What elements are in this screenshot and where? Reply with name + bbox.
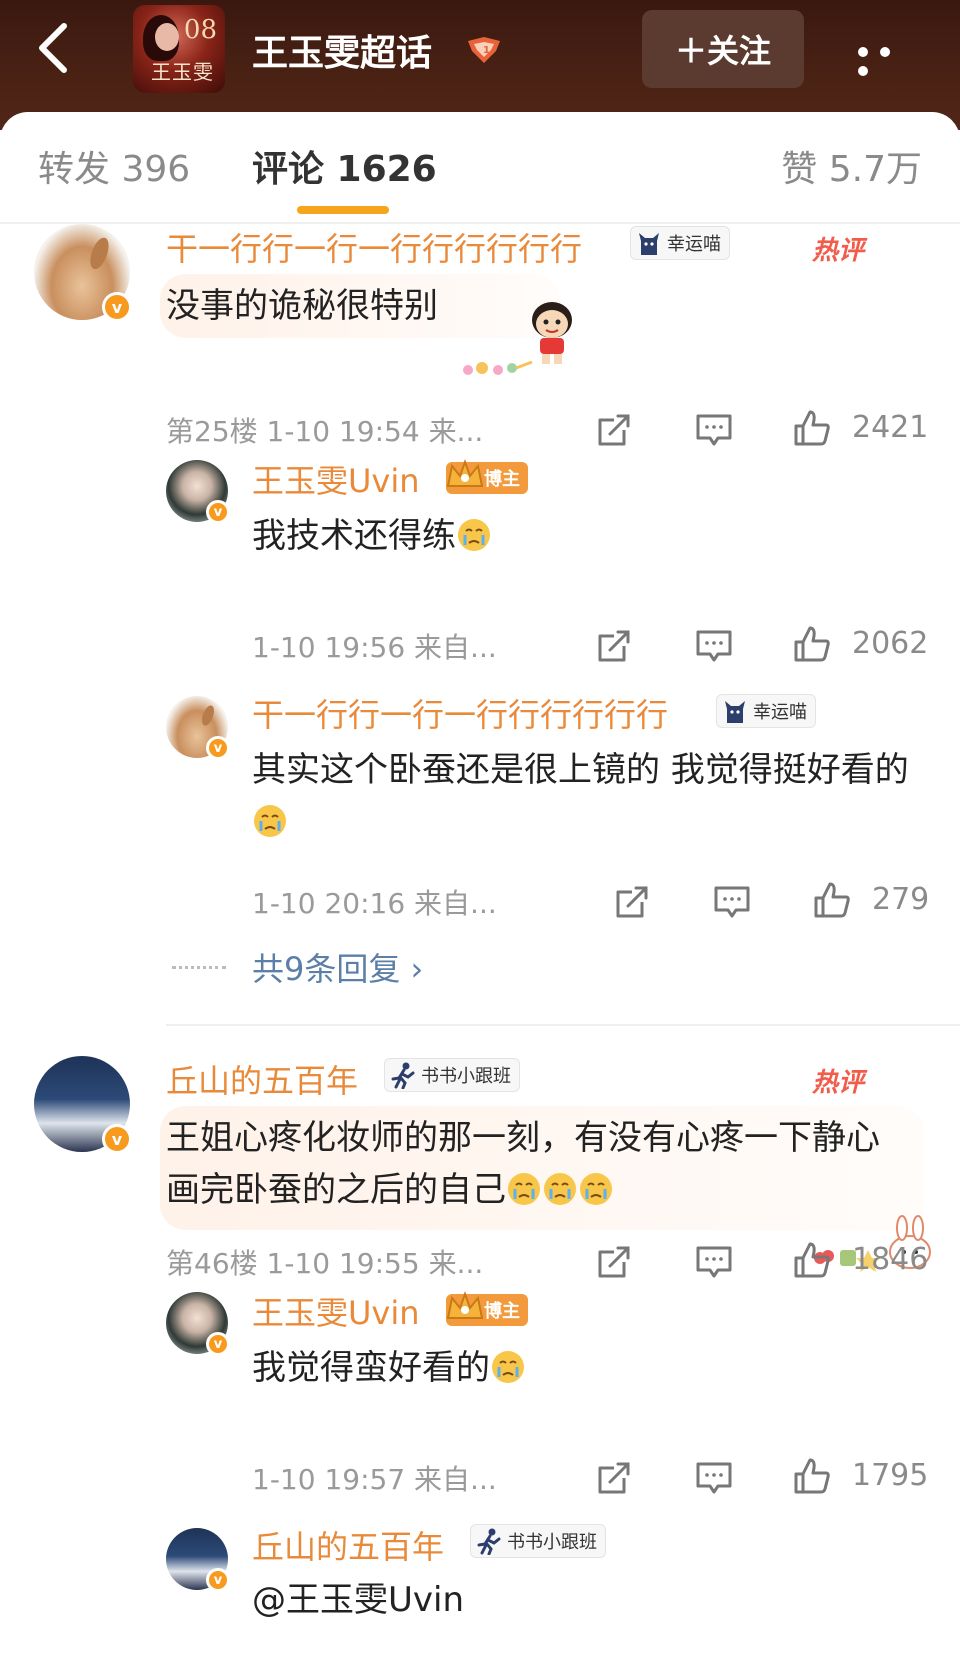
like-count: 1795 xyxy=(852,1458,929,1493)
svg-text:1: 1 xyxy=(483,45,490,56)
reply-icon[interactable] xyxy=(694,626,734,666)
reply-text-content: 我技术还得练 xyxy=(252,516,456,556)
hot-comment-label: 热评 xyxy=(811,236,864,266)
like-count: 2421 xyxy=(852,410,929,445)
tab-like[interactable]: 赞 5.7万 xyxy=(781,140,922,192)
user-tag-label: 幸运喵 xyxy=(753,702,807,723)
comments-panel: 转发 396 评论 1626 赞 5.7万 v 干一行行一行一行行行行行行 幸运… xyxy=(0,112,960,1674)
running-person-icon xyxy=(391,1062,415,1089)
active-tab-indicator xyxy=(297,206,389,214)
more-options-icon[interactable] xyxy=(858,42,922,76)
crying-emoji-icon xyxy=(492,1351,524,1383)
reply-icon[interactable] xyxy=(694,1458,734,1498)
reply-text-content: 其实这个卧蚕还是很上镜的 我觉得挺好看的 xyxy=(252,750,909,790)
share-icon[interactable] xyxy=(594,1458,634,1498)
cat-icon xyxy=(725,701,745,723)
cover-text-top: 08 xyxy=(183,15,217,45)
reply-icon[interactable] xyxy=(694,410,734,450)
like-icon[interactable] xyxy=(792,624,832,664)
comment-meta: 第46楼 1-10 19:55 来... xyxy=(166,1247,484,1280)
reply-text: @王玉雯Uvin xyxy=(252,1580,465,1620)
back-arrow-icon[interactable] xyxy=(32,18,76,78)
reply-text-content: 我觉得蛮好看的 xyxy=(252,1348,490,1388)
replies-dotted-line xyxy=(172,966,226,969)
reply-meta: 1-10 20:16 来自... xyxy=(252,887,497,920)
share-icon[interactable] xyxy=(594,1242,634,1282)
comment-text: 没事的诡秘很特别 xyxy=(166,286,438,326)
comment-text: 王姐心疼化妆师的那一刻，有没有心疼一下静心画完卧蚕的之后的自己 xyxy=(166,1112,906,1216)
verified-badge-icon: v xyxy=(206,1568,230,1592)
running-person-icon xyxy=(477,1528,501,1555)
avatar[interactable]: v xyxy=(34,224,132,322)
reply-icon[interactable] xyxy=(694,1242,734,1282)
reply-username[interactable]: 王玉雯Uvin xyxy=(252,1288,420,1334)
verified-badge-icon: v xyxy=(102,1124,132,1154)
crying-emoji-icon xyxy=(580,1173,612,1205)
blogger-tag-label: 博主 xyxy=(484,1301,520,1322)
user-tag: 幸运喵 xyxy=(716,694,816,728)
crying-emoji-icon xyxy=(508,1173,540,1205)
reply-username[interactable]: 干一行行一行一行行行行行行 xyxy=(252,690,668,736)
comment-meta: 第25楼 1-10 19:54 来... xyxy=(166,415,484,448)
crying-emoji-icon xyxy=(544,1173,576,1205)
like-count: 2062 xyxy=(852,626,929,661)
user-tag: 书书小跟班 xyxy=(384,1058,520,1092)
user-tag-label: 书书小跟班 xyxy=(421,1066,511,1087)
avatar[interactable]: v xyxy=(166,1528,230,1592)
verified-badge-icon: v xyxy=(206,500,230,524)
crown-icon xyxy=(446,1291,484,1319)
tab-repost[interactable]: 转发 396 xyxy=(38,140,190,192)
blogger-tag: 博主 xyxy=(446,459,528,494)
avatar[interactable]: v xyxy=(34,1056,132,1154)
user-tag: 幸运喵 xyxy=(630,226,730,260)
user-tag-label: 书书小跟班 xyxy=(507,1532,597,1553)
verified-badge-icon: v xyxy=(206,736,230,760)
user-tag: 书书小跟班 xyxy=(470,1524,606,1558)
share-icon[interactable] xyxy=(594,410,634,450)
comment-username[interactable]: 干一行行一行一行行行行行行 xyxy=(166,224,582,270)
verified-badge-icon: v xyxy=(102,292,132,322)
like-icon[interactable] xyxy=(792,1456,832,1496)
tab-bar: 转发 396 评论 1626 赞 5.7万 xyxy=(0,112,960,224)
reply-icon[interactable] xyxy=(712,882,752,922)
share-icon[interactable] xyxy=(594,626,634,666)
crown-icon xyxy=(446,459,484,487)
crying-emoji-icon xyxy=(458,519,490,551)
like-count: 1846 xyxy=(852,1242,929,1277)
reply-text: 其实这个卧蚕还是很上镜的 我觉得挺好看的 xyxy=(252,744,922,848)
cat-icon xyxy=(639,233,659,255)
view-more-replies-link[interactable]: 共9条回复 › xyxy=(252,944,423,990)
follow-button[interactable]: ＋关注 xyxy=(642,10,804,88)
reply-meta: 1-10 19:57 来自... xyxy=(252,1463,497,1496)
like-count: 279 xyxy=(872,882,930,917)
hot-comment-label: 热评 xyxy=(811,1068,864,1098)
like-icon[interactable] xyxy=(792,408,832,448)
avatar[interactable]: v xyxy=(166,696,230,760)
blogger-tag: 博主 xyxy=(446,1291,528,1326)
blogger-tag-label: 博主 xyxy=(484,469,520,490)
avatar[interactable]: v xyxy=(166,460,230,524)
share-icon[interactable] xyxy=(612,882,652,922)
top-header: 08 王玉雯 王玉雯超话 1 ＋关注 xyxy=(0,0,960,130)
comment-username[interactable]: 丘山的五百年 xyxy=(166,1056,358,1102)
super-topic-badge-icon: 1 xyxy=(468,37,500,63)
flower-decoration-icon xyxy=(463,360,533,375)
topic-title[interactable]: 王玉雯超话 xyxy=(252,24,432,76)
like-icon[interactable] xyxy=(812,880,852,920)
like-icon[interactable] xyxy=(792,1240,832,1280)
user-tag-label: 幸运喵 xyxy=(667,234,721,255)
reply-text: 我技术还得练 xyxy=(252,510,492,562)
topic-cover-image[interactable]: 08 王玉雯 xyxy=(133,5,225,93)
crying-emoji-icon xyxy=(254,805,286,837)
cover-text-bottom: 王玉雯 xyxy=(151,60,214,84)
reply-username[interactable]: 丘山的五百年 xyxy=(252,1522,444,1568)
reply-text: 我觉得蛮好看的 xyxy=(252,1342,526,1394)
reply-username[interactable]: 王玉雯Uvin xyxy=(252,456,420,502)
reply-meta: 1-10 19:56 来自... xyxy=(252,631,497,664)
comment-divider xyxy=(166,1024,960,1026)
avatar[interactable]: v xyxy=(166,1292,230,1356)
tab-comment[interactable]: 评论 1626 xyxy=(252,140,437,192)
verified-badge-icon: v xyxy=(206,1332,230,1356)
